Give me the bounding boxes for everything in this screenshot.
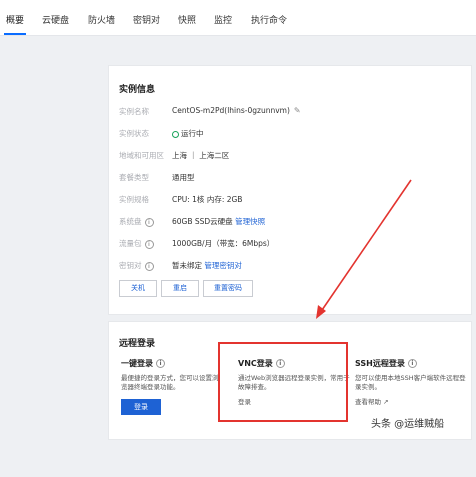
annotation-arrow	[316, 179, 412, 319]
watermark-text: 头条 @运维贼船	[371, 419, 445, 430]
arrow-line	[319, 179, 412, 314]
